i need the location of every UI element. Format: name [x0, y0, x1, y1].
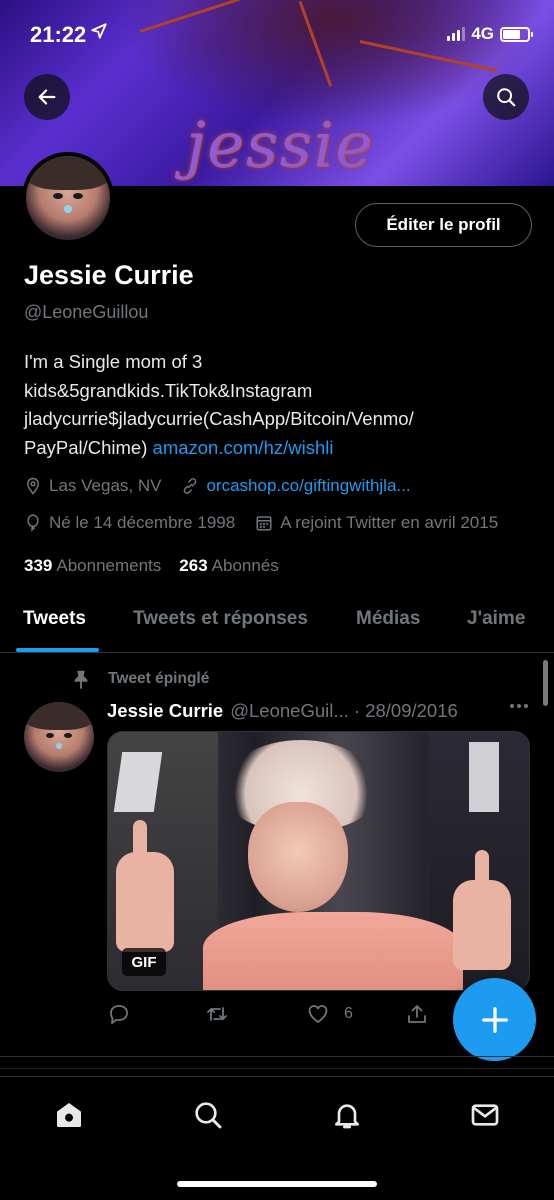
tweet-handle-date: @LeoneGuil... · 28/09/2016	[230, 700, 458, 721]
battery-icon	[500, 26, 533, 42]
profile-website-link[interactable]: orcashop.co/giftingwithjla...	[206, 476, 410, 496]
following-label: Abonnements	[56, 556, 162, 575]
tab-likes[interactable]: J'aime	[467, 608, 525, 630]
more-options-icon[interactable]	[510, 704, 528, 708]
bio-link[interactable]: amazon.com/hz/wishli	[153, 437, 334, 458]
bottom-navigation	[0, 1076, 554, 1200]
tweet-divider	[0, 1056, 554, 1057]
bio-line: I'm a Single mom of 3	[24, 351, 203, 372]
tweet-author-name: Jessie Currie	[107, 700, 224, 721]
profile-tabs: Tweets Tweets et réponses Médias J'aime	[0, 590, 554, 653]
status-bar: 21:22 4G	[0, 0, 554, 66]
pinned-label-row: Tweet épinglé	[70, 668, 209, 690]
nav-home[interactable]	[51, 1097, 87, 1133]
bio-text: PayPal/Chime)	[24, 436, 148, 458]
nav-notifications[interactable]	[329, 1097, 365, 1133]
mail-icon	[471, 1104, 499, 1126]
tab-media[interactable]: Médias	[356, 608, 420, 630]
profile-location: Las Vegas, NV	[49, 476, 162, 495]
share-button[interactable]	[405, 1002, 429, 1026]
follow-stats: 339 Abonnements 263 Abonnés	[24, 556, 279, 576]
home-icon	[57, 1103, 81, 1127]
retweet-icon	[207, 1007, 227, 1021]
profile-meta-location: Las Vegas, NV orcashop.co/giftingwithjla…	[24, 476, 431, 496]
bio-line: PayPal/Chime) amazon.com/hz/wishli	[24, 434, 524, 463]
profile-joined: A rejoint Twitter en avril 2015	[280, 513, 499, 532]
pin-icon	[70, 668, 92, 690]
followers-label: Abonnés	[211, 556, 279, 575]
followers-count: 263	[179, 556, 208, 575]
search-icon	[195, 1102, 222, 1129]
bell-icon	[335, 1104, 359, 1129]
nav-messages[interactable]	[467, 1097, 503, 1133]
tab-tweets-replies[interactable]: Tweets et réponses	[133, 608, 308, 630]
profile-bio: I'm a Single mom of 3 kids&5grandkids.Ti…	[24, 348, 524, 462]
reply-button[interactable]	[107, 1002, 131, 1026]
tweet-actions: 6	[107, 1002, 437, 1030]
edit-profile-button[interactable]: Éditer le profil	[355, 203, 532, 247]
bio-line: jladycurrie$jladycurrie(CashApp/Bitcoin/…	[24, 408, 414, 429]
back-button[interactable]	[24, 74, 70, 120]
like-count: 6	[344, 1005, 353, 1022]
profile-birthday: Né le 14 décembre 1998	[49, 513, 236, 532]
banner-title: jessie	[185, 108, 375, 181]
home-indicator[interactable]	[177, 1181, 377, 1187]
following-link[interactable]: 339 Abonnements	[24, 556, 161, 576]
link-icon	[181, 477, 199, 495]
share-icon	[408, 1005, 426, 1023]
location-pin-icon	[24, 477, 42, 495]
status-time: 21:22	[30, 22, 87, 47]
tweet-author-avatar[interactable]	[24, 702, 94, 772]
profile-handle: @LeoneGuillou	[24, 302, 149, 322]
calendar-icon	[255, 514, 273, 532]
bio-line: kids&5grandkids.TikTok&Instagram	[24, 379, 313, 401]
tweet-media-gif[interactable]: GIF	[107, 731, 530, 991]
signal-icon	[447, 27, 466, 41]
location-arrow-icon	[90, 22, 110, 44]
scrollbar[interactable]	[543, 660, 548, 706]
next-tweet-edge	[0, 1068, 554, 1076]
following-count: 339	[24, 556, 53, 575]
followers-link[interactable]: 263 Abonnés	[179, 556, 279, 576]
profile-avatar[interactable]	[22, 152, 114, 244]
status-indicators: 4G	[447, 24, 533, 44]
profile-meta-dates: Né le 14 décembre 1998 A rejoint Twitter…	[24, 513, 518, 533]
arrow-left-icon	[38, 89, 56, 105]
search-button[interactable]	[483, 74, 529, 120]
nav-search[interactable]	[190, 1097, 226, 1133]
heart-icon	[308, 1005, 328, 1023]
retweet-button[interactable]	[205, 1002, 229, 1026]
search-icon	[497, 88, 516, 107]
tab-tweets[interactable]: Tweets	[23, 608, 86, 630]
profile-name: Jessie Currie	[24, 260, 194, 290]
like-button[interactable]: 6	[306, 1002, 353, 1026]
reply-icon	[110, 1005, 128, 1024]
balloon-icon	[24, 514, 42, 532]
tweet-header[interactable]: Jessie Currie @LeoneGuil... · 28/09/2016	[107, 700, 532, 722]
compose-tweet-button[interactable]	[453, 978, 536, 1061]
pinned-label: Tweet épinglé	[108, 670, 210, 687]
gif-badge: GIF	[122, 948, 166, 976]
active-tab-indicator	[16, 648, 99, 652]
network-type: 4G	[471, 24, 494, 43]
plus-icon	[481, 1006, 508, 1033]
